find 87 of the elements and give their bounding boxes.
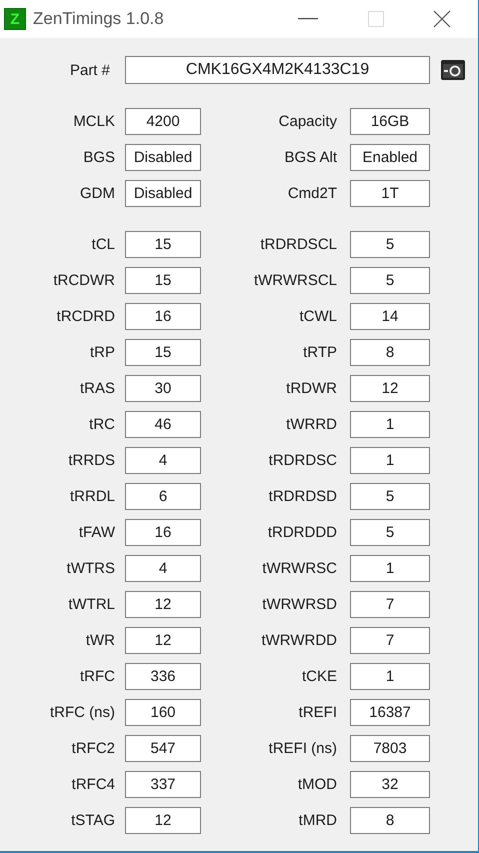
field-label: GDM xyxy=(80,184,115,202)
field-label: tRDRDSD xyxy=(268,488,337,504)
field-label: tCWL xyxy=(300,308,337,324)
value-field: 160 xyxy=(125,698,201,726)
field-label: tWTRL xyxy=(68,596,115,612)
value-field: 46 xyxy=(125,410,201,438)
value-field: 1T xyxy=(350,180,430,206)
value-field: 8 xyxy=(350,806,430,834)
value-field: 16GB xyxy=(350,108,430,134)
value-field: Enabled xyxy=(350,144,430,170)
close-icon[interactable] xyxy=(433,10,451,28)
value-field: 1 xyxy=(350,554,430,582)
field-label: BGS Alt xyxy=(284,148,337,166)
field-label: tCL xyxy=(92,236,115,252)
value-field: 7 xyxy=(350,626,430,654)
field-label: tRFC2 xyxy=(72,740,115,756)
field-label: tWRRD xyxy=(286,416,337,432)
field-label: tRCDRD xyxy=(56,308,115,324)
field-label: tCKE xyxy=(302,668,337,684)
field-label: MCLK xyxy=(73,112,115,130)
value-field: 12 xyxy=(125,806,201,834)
field-label: tWRWRSD xyxy=(262,596,337,612)
field-label: tWR xyxy=(86,632,115,648)
field-label: tRAS xyxy=(80,380,115,396)
value-field: 5 xyxy=(350,230,430,258)
value-field: 5 xyxy=(350,266,430,294)
value-field: 32 xyxy=(350,770,430,798)
field-label: Capacity xyxy=(278,112,337,130)
field-label: Part # xyxy=(68,62,110,78)
value-field: Disabled xyxy=(125,180,201,206)
field-label: tWRWRDD xyxy=(261,632,337,648)
field-label: tRFC4 xyxy=(72,776,115,792)
value-field: 7 xyxy=(350,590,430,618)
field-label: tREFI xyxy=(298,704,337,720)
field-label: tREFI (ns) xyxy=(268,740,337,756)
field-label: tFAW xyxy=(78,524,115,540)
value-field: 4 xyxy=(125,554,201,582)
value-field: 1 xyxy=(350,446,430,474)
field-label: tWRWRSC xyxy=(262,560,337,576)
field-label: tMRD xyxy=(298,812,337,828)
field-label: tRC xyxy=(89,416,115,432)
value-field: 336 xyxy=(125,662,201,690)
value-field: 16 xyxy=(125,302,201,330)
value-field: 8 xyxy=(350,338,430,366)
value-field: 12 xyxy=(125,626,201,654)
value-field: 337 xyxy=(125,770,201,798)
field-label: tRRDS xyxy=(68,452,115,468)
value-field: 12 xyxy=(350,374,430,402)
value-field: 14 xyxy=(350,302,430,330)
value-field: 7803 xyxy=(350,734,430,762)
field-label: BGS xyxy=(83,148,115,166)
field-label: tSTAG xyxy=(71,812,115,828)
field-label: tWTRS xyxy=(66,560,115,576)
value-field: 4200 xyxy=(125,108,201,134)
field-label: tMOD xyxy=(298,776,337,792)
part-number-field: CMK16GX4M2K4133C19 xyxy=(125,56,430,84)
value-field: 5 xyxy=(350,518,430,546)
value-field: 1 xyxy=(350,662,430,690)
value-field: 1 xyxy=(350,410,430,438)
value-field: 547 xyxy=(125,734,201,762)
value-field: 4 xyxy=(125,446,201,474)
field-label: tRDRDSCL xyxy=(260,236,337,252)
value-field: 16 xyxy=(125,518,201,546)
window-title: ZenTimings 1.0.8 xyxy=(33,9,164,29)
value-field: 15 xyxy=(125,338,201,366)
field-label: tRDRDDD xyxy=(268,524,337,540)
minimize-icon[interactable] xyxy=(298,18,318,20)
value-field: 5 xyxy=(350,482,430,510)
field-label: tRFC xyxy=(80,668,115,684)
field-label: tRRDL xyxy=(70,488,115,504)
field-label: tRDRDSC xyxy=(268,452,337,468)
value-field: Disabled xyxy=(125,144,201,170)
field-label: tRFC (ns) xyxy=(50,704,115,720)
field-label: tRP xyxy=(90,344,115,360)
field-label: tRTP xyxy=(303,344,337,360)
value-field: 15 xyxy=(125,266,201,294)
value-field: 16387 xyxy=(350,698,430,726)
value-field: 12 xyxy=(125,590,201,618)
field-label: tRDWR xyxy=(286,380,337,396)
value-field: 6 xyxy=(125,482,201,510)
field-label: Cmd2T xyxy=(288,184,337,202)
camera-icon[interactable] xyxy=(441,60,465,80)
value-field: 15 xyxy=(125,230,201,258)
field-label: tWRWRSCL xyxy=(254,272,337,288)
field-label: tRCDWR xyxy=(53,272,115,288)
app-icon: Z xyxy=(4,8,26,30)
value-field: 30 xyxy=(125,374,201,402)
